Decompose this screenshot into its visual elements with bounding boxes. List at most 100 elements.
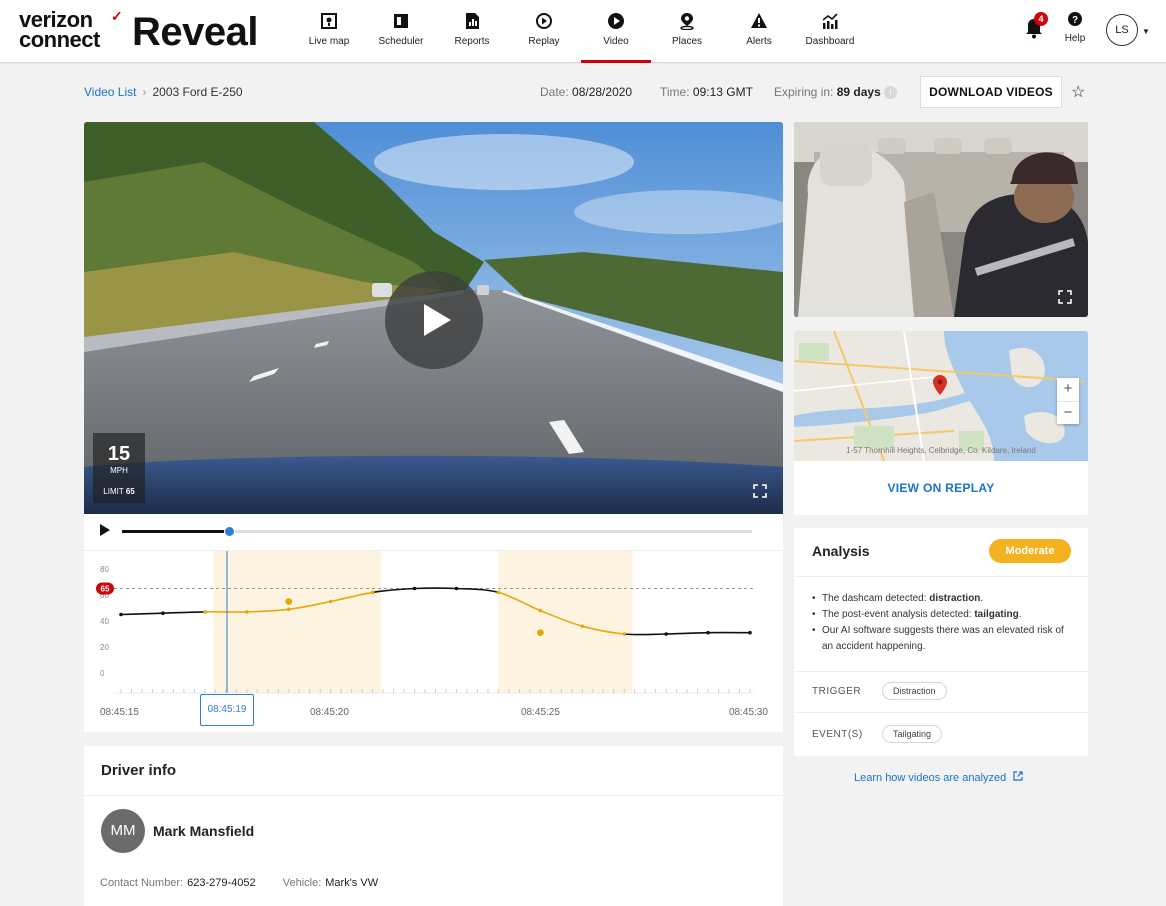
speed-data-point	[119, 612, 123, 617]
time-tick-label: 08:45:25	[521, 707, 560, 718]
nav-places[interactable]: Places	[652, 0, 722, 63]
alerts-icon	[751, 13, 767, 28]
event-band	[498, 551, 633, 693]
location-pin-icon[interactable]	[933, 375, 947, 395]
playback-progress-bar[interactable]	[122, 526, 752, 537]
speed-data-point	[203, 610, 207, 614]
speed-data-point	[161, 611, 165, 615]
nav-alerts[interactable]: Alerts	[724, 0, 794, 63]
event-time: Time: 09:13 GMT	[660, 85, 753, 99]
location-map[interactable]: + − 1-57 Thornhill Heights, Celbridge, C…	[794, 331, 1088, 461]
timeline-play-icon[interactable]	[100, 524, 110, 536]
speed-data-point	[580, 624, 585, 628]
fullscreen-icon[interactable]	[1058, 290, 1072, 304]
breadcrumb-current: 2003 Ford E-250	[152, 85, 243, 99]
map-zoom-control: + −	[1057, 378, 1079, 424]
speed-data-point	[622, 632, 626, 636]
zoom-out-button[interactable]: −	[1057, 401, 1079, 424]
fullscreen-icon[interactable]	[753, 484, 767, 498]
speed-data-point	[454, 586, 459, 591]
external-link-icon	[1013, 771, 1023, 781]
playback-progress-fill	[122, 530, 230, 533]
verizon-connect-reveal-logo[interactable]: verizon connect ✓ Reveal	[19, 8, 279, 54]
cabin-camera-video[interactable]	[794, 122, 1088, 317]
top-navigation-bar: verizon connect ✓ Reveal Live map Schedu…	[0, 0, 1166, 63]
speed-data-point	[496, 590, 501, 595]
divider	[794, 671, 1088, 672]
driver-info-card: Driver info MM Mark Mansfield Contact Nu…	[84, 746, 783, 906]
speed-data-point	[664, 632, 668, 636]
driver-info-heading: Driver info	[101, 762, 177, 779]
y-tick-label: 40	[100, 617, 109, 626]
expiry: Expiring in: 89 days	[774, 85, 881, 99]
divider	[794, 712, 1088, 713]
nav-scheduler[interactable]: Scheduler	[366, 0, 436, 63]
speed-value: 15	[107, 443, 131, 465]
time-tick-label: 08:45:20	[310, 707, 349, 718]
event-highlight-point	[284, 597, 294, 606]
replay-icon	[536, 13, 552, 29]
help-label: Help	[1064, 33, 1086, 44]
zoom-in-button[interactable]: +	[1057, 378, 1079, 401]
download-videos-button[interactable]: DOWNLOAD VIDEOS	[920, 76, 1062, 108]
severity-badge: Moderate	[989, 539, 1071, 563]
user-avatar-button[interactable]: LS	[1106, 14, 1138, 46]
driver-name[interactable]: Mark Mansfield	[153, 823, 254, 839]
product-name: Reveal	[132, 10, 258, 54]
play-icon	[424, 304, 451, 336]
favorite-star-icon[interactable]: ☆	[1071, 82, 1085, 102]
nav-label: Places	[671, 36, 702, 47]
divider	[84, 795, 783, 796]
nav-label: Scheduler	[378, 36, 424, 47]
notification-count-badge: 4	[1034, 12, 1048, 26]
y-tick-label: 0	[100, 669, 105, 678]
analysis-card: Analysis Moderate The dashcam detected: …	[794, 528, 1088, 756]
divider	[794, 576, 1088, 577]
nav-label: Video	[603, 36, 629, 47]
help-button[interactable]: ? Help	[1060, 12, 1090, 44]
y-tick-label: 80	[100, 565, 109, 574]
places-icon	[680, 13, 694, 30]
dashcam-video-player[interactable]: 15 MPH LIMIT 65	[84, 122, 783, 514]
trigger-chip: Distraction	[882, 682, 947, 700]
info-icon[interactable]: i	[884, 86, 897, 99]
checkmark-icon: ✓	[111, 8, 123, 24]
speed-unit: MPH	[110, 466, 128, 475]
y-tick-label: 20	[100, 643, 109, 652]
video-timeline-panel: 80 60 40 20 0 65 08:45:15 08:45:20 08:45:25 0…	[84, 514, 783, 732]
speed-line-segment	[666, 631, 709, 635]
nav-video[interactable]: Video	[581, 0, 651, 63]
speed-chart[interactable]: 80604020065	[84, 551, 783, 711]
reports-icon	[466, 13, 479, 29]
time-tick-label: 08:45:30	[729, 707, 768, 718]
driver-avatar: MM	[101, 809, 145, 853]
time-tick-label: 08:45:15	[100, 707, 139, 718]
nav-label: Alerts	[746, 36, 772, 47]
speed-data-point	[538, 608, 543, 613]
speed-data-point	[328, 599, 333, 604]
trigger-label: TRIGGER	[812, 686, 862, 697]
cabin-scene-image	[794, 122, 1088, 317]
learn-how-videos-analyzed-link[interactable]: Learn how videos are analyzed	[854, 771, 1023, 784]
playback-scrubber-handle[interactable]	[224, 526, 236, 537]
svg-text:?: ?	[1072, 15, 1078, 26]
scheduler-icon	[394, 14, 408, 28]
analysis-finding: The dashcam detected: distraction.	[812, 591, 1074, 607]
nav-reports[interactable]: Reports	[437, 0, 507, 63]
analysis-heading: Analysis	[812, 543, 870, 559]
play-video-button[interactable]	[385, 271, 483, 369]
nav-live-map[interactable]: Live map	[294, 0, 364, 63]
nav-dashboard[interactable]: Dashboard	[795, 0, 865, 63]
nav-replay[interactable]: Replay	[509, 0, 579, 63]
event-chip: Tailgating	[882, 725, 943, 743]
current-time-marker[interactable]: 08:45:19	[200, 694, 254, 726]
brand-wordmark: verizon connect	[19, 7, 100, 52]
view-on-replay-link[interactable]: VIEW ON REPLAY	[794, 481, 1088, 495]
caret-down-icon[interactable]: ▼	[1142, 27, 1150, 36]
speed-limit-value: 65	[101, 585, 110, 594]
breadcrumb-video-list-link[interactable]: Video List	[84, 85, 136, 99]
nav-label: Dashboard	[805, 36, 855, 47]
speed-line-segment	[456, 587, 499, 594]
map-tiles-image	[794, 331, 1088, 461]
chevron-right-icon: ›	[142, 85, 147, 99]
